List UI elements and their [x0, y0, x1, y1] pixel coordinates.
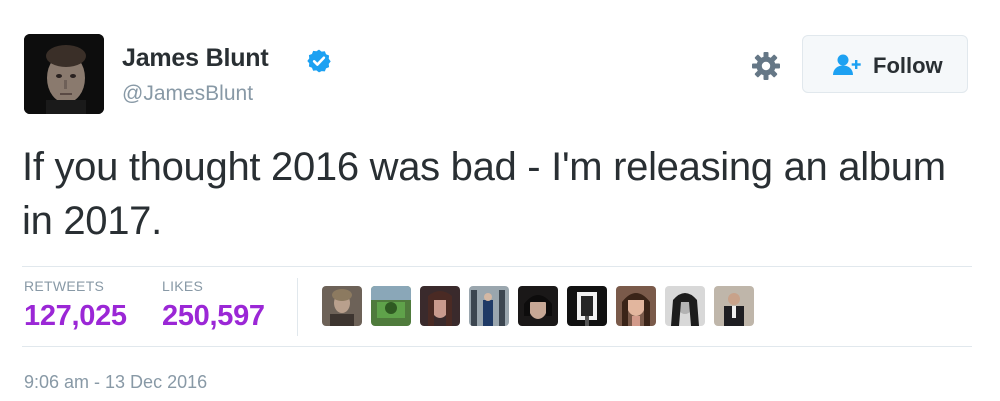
author-avatar[interactable] [24, 34, 104, 114]
stats-divider-bottom [22, 346, 972, 347]
likes-stat[interactable]: LIKES 250,597 [162, 278, 265, 333]
likes-count: 250,597 [162, 300, 265, 332]
avatar-portrait [24, 34, 104, 114]
verified-badge-icon [307, 49, 331, 73]
retweets-count: 127,025 [24, 300, 127, 332]
liker-avatar[interactable] [616, 286, 656, 326]
gear-icon[interactable] [750, 50, 782, 82]
follow-button[interactable]: Follow [802, 35, 968, 93]
liker-avatar[interactable] [371, 286, 411, 326]
liker-avatar[interactable] [567, 286, 607, 326]
add-user-icon [833, 54, 861, 75]
stats-separator [297, 278, 298, 336]
tweet-text: If you thought 2016 was bad - I'm releas… [22, 145, 946, 243]
follow-label: Follow [873, 53, 943, 78]
stats-divider-top [22, 266, 972, 267]
author-name[interactable]: James Blunt [122, 44, 269, 73]
tweet-card: James Blunt @JamesBlunt Follow If you th… [0, 0, 1000, 401]
retweets-stat[interactable]: RETWEETS 127,025 [24, 278, 127, 333]
retweets-label: RETWEETS [24, 278, 105, 294]
liker-avatar[interactable] [665, 286, 705, 326]
liker-avatar[interactable] [518, 286, 558, 326]
liker-avatar[interactable] [420, 286, 460, 326]
liker-avatar[interactable] [714, 286, 754, 326]
liker-avatar[interactable] [322, 286, 362, 326]
liker-avatar[interactable] [469, 286, 509, 326]
author-handle[interactable]: @JamesBlunt [122, 82, 253, 106]
tweet-timestamp[interactable]: 9:06 am - 13 Dec 2016 [24, 372, 207, 393]
likes-label: LIKES [162, 278, 204, 294]
